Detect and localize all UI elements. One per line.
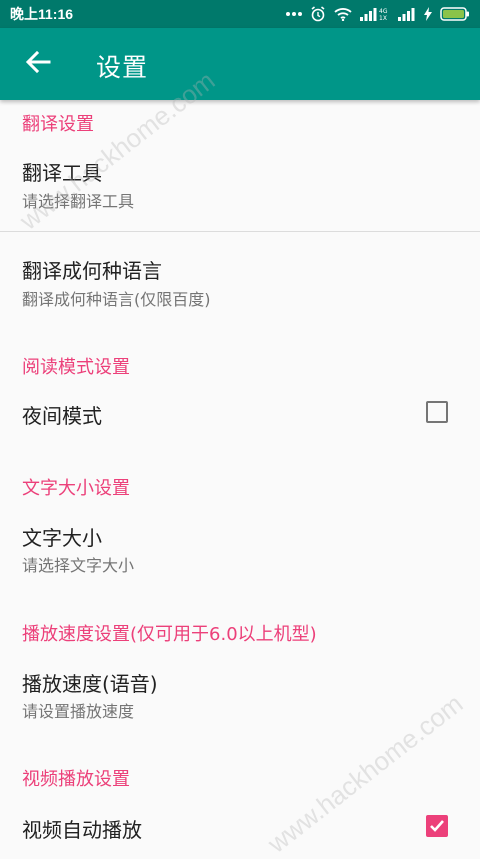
back-button[interactable] <box>18 46 58 82</box>
status-icons: 4G 1X <box>286 6 470 22</box>
section-header-font-size: 文字大小设置 <box>22 478 130 499</box>
pref-title: 夜间模式 <box>22 404 102 428</box>
page-title: 设置 <box>96 53 149 82</box>
check-icon <box>429 819 445 833</box>
section-header-reading: 阅读模式设置 <box>22 357 130 378</box>
section-header-translate: 翻译设置 <box>22 114 94 135</box>
signal-icon <box>398 7 416 21</box>
pref-title: 翻译成何种语言 <box>22 259 162 283</box>
alarm-icon <box>310 6 326 22</box>
pref-title: 视频自动播放 <box>22 818 142 842</box>
svg-text:4G: 4G <box>379 8 388 15</box>
charging-icon <box>424 7 432 21</box>
pref-summary: 请选择翻译工具 <box>22 192 135 211</box>
status-time: 晚上11:16 <box>10 6 74 22</box>
pref-speed-voice[interactable]: 播放速度(语音) 请设置播放速度 <box>0 654 480 736</box>
back-arrow-icon <box>25 50 51 78</box>
pref-font-size[interactable]: 文字大小 请选择文字大小 <box>0 508 480 590</box>
pref-night-mode[interactable]: 夜间模式 <box>0 385 480 445</box>
pref-title: 翻译工具 <box>22 161 102 185</box>
battery-icon <box>440 7 470 21</box>
pref-translate-tool[interactable]: 翻译工具 请选择翻译工具 <box>0 145 480 227</box>
status-bar: 晚上11:16 4G 1X <box>0 0 480 28</box>
pref-title: 文字大小 <box>22 526 102 550</box>
pref-summary: 请选择文字大小 <box>22 556 135 575</box>
app-bar: 设置 <box>0 28 480 100</box>
pref-summary: 请设置播放速度 <box>22 702 135 721</box>
pref-title: 播放速度(语音) <box>22 672 158 696</box>
section-header-video: 视频播放设置 <box>22 769 130 790</box>
pref-translate-language[interactable]: 翻译成何种语言 翻译成何种语言(仅限百度) <box>0 243 480 325</box>
more-dots-icon <box>286 11 302 17</box>
pref-summary: 翻译成何种语言(仅限百度) <box>22 290 211 309</box>
wifi-icon <box>334 7 352 21</box>
divider <box>0 231 480 232</box>
section-header-speed: 播放速度设置(仅可用于6.0以上机型) <box>22 624 317 645</box>
pref-video-autoplay[interactable]: 视频自动播放 <box>0 798 480 853</box>
night-mode-checkbox[interactable] <box>426 401 448 423</box>
video-autoplay-checkbox[interactable] <box>426 815 448 837</box>
svg-text:1X: 1X <box>379 15 387 21</box>
signal-4g-icon: 4G 1X <box>360 7 390 21</box>
